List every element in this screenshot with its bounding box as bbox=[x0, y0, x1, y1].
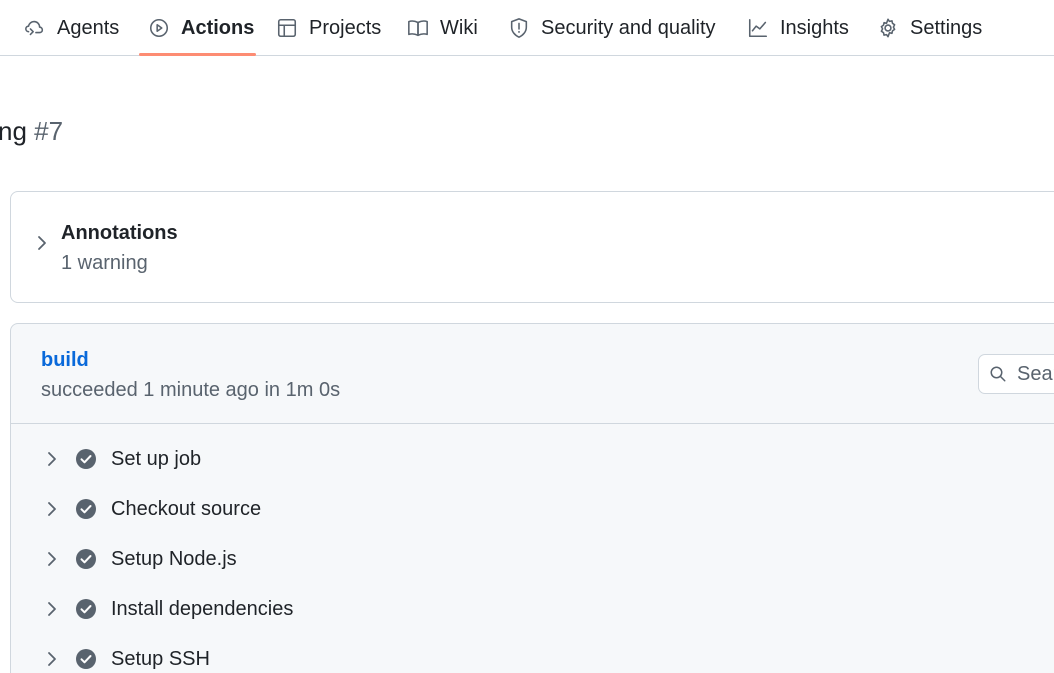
step-label: Setup Node.js bbox=[111, 547, 237, 570]
page-title: ng #7 bbox=[0, 116, 63, 147]
tab-label: Security and quality bbox=[541, 16, 716, 39]
active-tab-indicator bbox=[139, 53, 256, 56]
tab-security-and-quality[interactable]: Security and quality bbox=[508, 0, 716, 56]
gear-icon bbox=[880, 18, 896, 38]
log-search-box[interactable] bbox=[978, 354, 1054, 394]
tab-insights[interactable]: Insights bbox=[747, 0, 849, 56]
tab-actions[interactable]: Actions bbox=[148, 0, 254, 56]
job-status-text: succeeded 1 minute ago in 1m 0s bbox=[41, 379, 341, 401]
step-row[interactable]: Setup SSH bbox=[11, 634, 1054, 673]
annotations-title: Annotations bbox=[61, 222, 178, 244]
check-circle-icon bbox=[76, 549, 96, 569]
job-name-link[interactable]: build bbox=[41, 349, 89, 372]
check-circle-icon bbox=[76, 449, 96, 469]
graph-icon bbox=[748, 18, 768, 38]
check-circle-icon bbox=[76, 599, 96, 619]
chevron-right-icon[interactable] bbox=[43, 600, 61, 618]
step-list: Set up job Checkout source Setup Node.js bbox=[11, 434, 1054, 673]
annotations-panel[interactable]: Annotations 1 warning bbox=[10, 191, 1054, 303]
tab-projects[interactable]: Projects bbox=[276, 0, 381, 56]
run-title-text: ng bbox=[0, 116, 27, 146]
tab-label: Agents bbox=[57, 16, 120, 39]
tab-label: Wiki bbox=[440, 16, 478, 39]
chevron-right-icon[interactable] bbox=[43, 650, 61, 668]
agents-icon bbox=[25, 20, 44, 36]
tab-agents[interactable]: Agents bbox=[24, 0, 119, 56]
search-logs-input[interactable] bbox=[1017, 362, 1054, 386]
step-label: Checkout source bbox=[111, 497, 262, 520]
tab-label: Actions bbox=[181, 16, 255, 39]
step-row[interactable]: Checkout source bbox=[11, 484, 1054, 534]
annotations-summary: 1 warning bbox=[61, 252, 148, 274]
repo-nav: Agents Actions Projects Wiki Security an… bbox=[0, 0, 1054, 56]
search-icon bbox=[990, 366, 1006, 382]
play-circle-icon bbox=[149, 18, 169, 38]
shield-icon bbox=[510, 18, 528, 38]
check-circle-icon bbox=[76, 499, 96, 519]
step-row[interactable]: Install dependencies bbox=[11, 584, 1054, 634]
step-row[interactable]: Set up job bbox=[11, 434, 1054, 484]
step-label: Install dependencies bbox=[111, 597, 294, 620]
tab-label: Settings bbox=[910, 16, 983, 39]
step-label: Set up job bbox=[111, 447, 202, 470]
step-label: Setup SSH bbox=[111, 647, 210, 670]
tab-settings[interactable]: Settings bbox=[877, 0, 982, 56]
chevron-right-icon[interactable] bbox=[43, 500, 61, 518]
run-number: #7 bbox=[34, 116, 64, 146]
chevron-right-icon[interactable] bbox=[43, 550, 61, 568]
table-icon bbox=[277, 18, 297, 38]
step-row[interactable]: Setup Node.js bbox=[11, 534, 1054, 584]
job-header: build succeeded 1 minute ago in 1m 0s bbox=[11, 324, 1054, 424]
tab-label: Projects bbox=[309, 16, 382, 39]
check-circle-icon bbox=[76, 649, 96, 669]
chevron-right-icon[interactable] bbox=[43, 450, 61, 468]
tab-label: Insights bbox=[780, 16, 849, 39]
job-panel: build succeeded 1 minute ago in 1m 0s Se… bbox=[10, 323, 1054, 673]
chevron-right-icon[interactable] bbox=[33, 234, 51, 252]
book-icon bbox=[408, 20, 428, 37]
tab-wiki[interactable]: Wiki bbox=[407, 0, 478, 56]
